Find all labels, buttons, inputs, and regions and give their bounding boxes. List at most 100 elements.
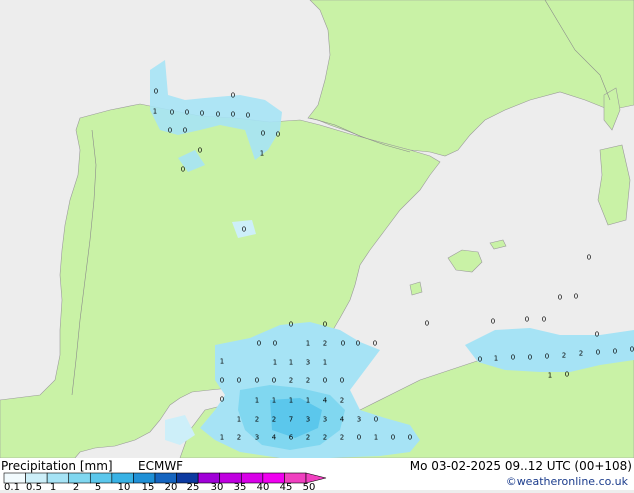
precip-value: 2 <box>578 349 584 358</box>
legend-tick-label: 10 <box>117 482 131 493</box>
precip-value: 0 <box>219 376 225 385</box>
precip-value: 0 <box>510 353 516 362</box>
precip-value: 1 <box>288 358 294 367</box>
precip-value: 0 <box>182 126 188 135</box>
precip-value: 1 <box>254 396 260 405</box>
precip-value: 0 <box>275 130 281 139</box>
precip-value: 1 <box>288 396 294 405</box>
precip-value: 0 <box>219 395 225 404</box>
precip-value: 2 <box>305 376 311 385</box>
precip-value: 1 <box>373 433 379 442</box>
legend-tick-label: 5 <box>94 482 102 493</box>
precip-value: 0 <box>527 353 533 362</box>
precip-value: 0 <box>340 339 346 348</box>
precip-value: 0 <box>271 376 277 385</box>
precip-value: 0 <box>373 415 379 424</box>
precip-value: 0 <box>356 433 362 442</box>
precip-value: 1 <box>272 358 278 367</box>
precip-value: 2 <box>271 415 277 424</box>
precip-value: 3 <box>254 433 260 442</box>
precip-value: 0 <box>557 293 563 302</box>
precip-value: 0 <box>236 376 242 385</box>
precip-value: 0 <box>322 376 328 385</box>
precip-value: 1 <box>493 354 499 363</box>
precipitation-map: 0 1 0 0 0 0 0 0 0 0 0 0 0 0 1 0 0 0 0 0 … <box>0 0 634 459</box>
precip-value: 0 <box>256 339 262 348</box>
precip-value: 0 <box>477 355 483 364</box>
precip-value: 6 <box>288 433 294 442</box>
precip-value: 2 <box>236 433 242 442</box>
precip-value: 1 <box>547 371 553 380</box>
precip-value: 1 <box>322 358 328 367</box>
precip-value: 0 <box>241 225 247 234</box>
precip-value: 2 <box>254 415 260 424</box>
precip-value: 0 <box>564 370 570 379</box>
precip-value: 0 <box>272 339 278 348</box>
precip-value: 4 <box>271 433 277 442</box>
precip-value: 1 <box>236 415 242 424</box>
precip-value: 0 <box>573 292 579 301</box>
precip-value: 0 <box>407 433 413 442</box>
precip-value: 2 <box>339 433 345 442</box>
precip-value: 7 <box>288 415 294 424</box>
precip-value: 2 <box>322 339 328 348</box>
precip-value: 0 <box>355 339 361 348</box>
precip-value: 0 <box>541 315 547 324</box>
precip-value: 0 <box>390 433 396 442</box>
legend-tick-label: 25 <box>186 482 200 493</box>
precip-value: 0 <box>197 146 203 155</box>
precip-value: 0 <box>372 339 378 348</box>
precip-value: 1 <box>259 149 265 158</box>
precip-value: 3 <box>322 415 328 424</box>
precip-value: 0 <box>339 376 345 385</box>
legend-tick-label: 50 <box>302 482 316 493</box>
precip-value: 2 <box>561 351 567 360</box>
legend-tick-label: 30 <box>210 482 224 493</box>
legend-tick-label: 35 <box>233 482 247 493</box>
legend-tick-label: 2 <box>72 482 80 493</box>
precip-value: 0 <box>594 330 600 339</box>
precip-value: 1 <box>152 107 158 116</box>
precip-value: 1 <box>271 396 277 405</box>
precip-value: 0 <box>230 91 236 100</box>
precip-value: 3 <box>305 415 311 424</box>
precip-value: 0 <box>595 348 601 357</box>
legend-tick-label: 0.1 <box>4 482 20 493</box>
precip-value: 1 <box>305 396 311 405</box>
precip-value: 1 <box>219 433 225 442</box>
legend-tick-label: 40 <box>256 482 270 493</box>
legend-tick-label: 20 <box>164 482 178 493</box>
precip-value: 0 <box>215 110 221 119</box>
map-graphic <box>0 0 634 459</box>
legend-tick-label: 15 <box>141 482 155 493</box>
precip-value: 0 <box>586 253 592 262</box>
precip-value: 4 <box>339 415 345 424</box>
precip-value: 0 <box>153 87 159 96</box>
precip-value: 0 <box>199 109 205 118</box>
legend-tick-label: 45 <box>279 482 293 493</box>
precip-value: 0 <box>169 108 175 117</box>
precip-value: 0 <box>612 347 618 356</box>
precip-value: 0 <box>260 129 266 138</box>
legend-tick-label: 1 <box>49 482 57 493</box>
precip-value: 0 <box>254 376 260 385</box>
precip-value: 1 <box>219 357 225 366</box>
precip-value: 0 <box>230 110 236 119</box>
precip-value: 0 <box>180 165 186 174</box>
precip-value: 2 <box>288 376 294 385</box>
precip-value: 0 <box>544 352 550 361</box>
precip-value: 0 <box>322 320 328 329</box>
legend-tick-label: 0.5 <box>26 482 42 493</box>
precip-value: 3 <box>305 358 311 367</box>
precip-value: 0 <box>524 315 530 324</box>
precip-value: 2 <box>322 433 328 442</box>
precip-value: 1 <box>305 339 311 348</box>
precip-value: 0 <box>288 320 294 329</box>
precip-value: 0 <box>184 108 190 117</box>
precip-value: 0 <box>424 319 430 328</box>
precip-value: 2 <box>339 396 345 405</box>
precip-value: 4 <box>322 396 328 405</box>
precip-value: 0 <box>629 345 634 354</box>
precip-value: 0 <box>490 317 496 326</box>
precip-value: 2 <box>305 433 311 442</box>
